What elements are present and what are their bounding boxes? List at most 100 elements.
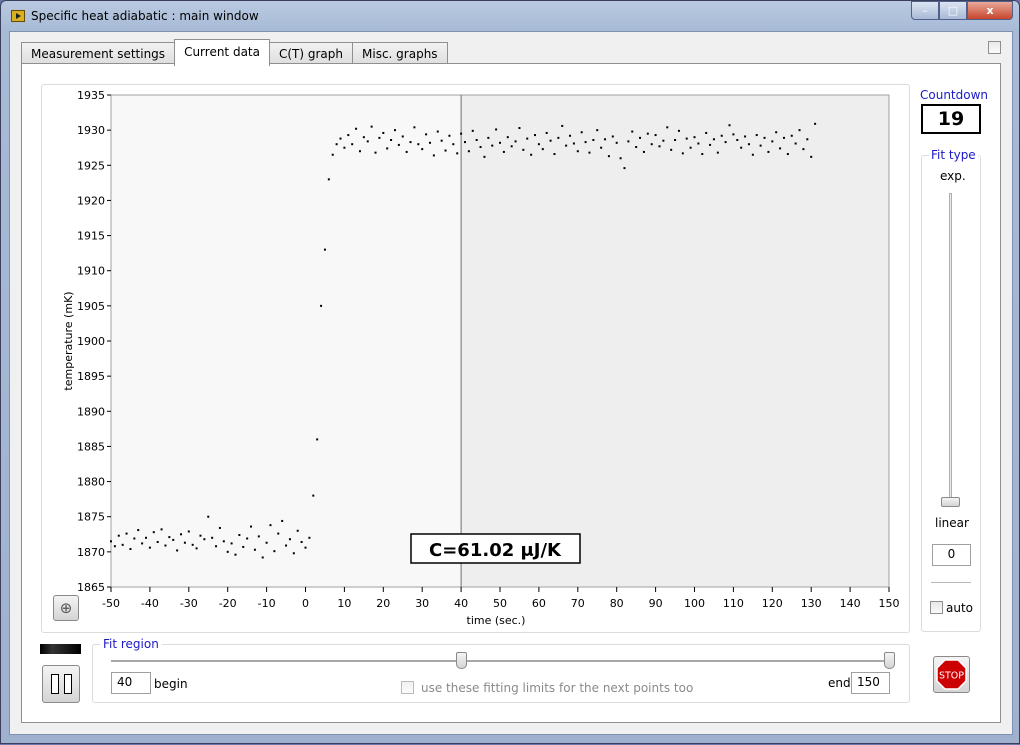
data-point [141, 542, 144, 545]
data-point [164, 544, 167, 547]
data-point [592, 138, 595, 141]
x-tick-label: 90 [649, 597, 663, 610]
y-tick-label: 1890 [77, 405, 105, 418]
data-point [207, 515, 210, 518]
x-tick-label: 50 [493, 597, 507, 610]
data-point [771, 140, 774, 143]
fit-type-value[interactable]: 0 [932, 544, 971, 566]
data-point [623, 167, 626, 170]
data-point [300, 541, 303, 544]
data-point [747, 143, 750, 146]
data-point [510, 145, 513, 148]
data-point [113, 545, 116, 548]
data-point [386, 147, 389, 150]
data-point [537, 143, 540, 146]
x-tick-label: 10 [337, 597, 351, 610]
data-point [751, 153, 754, 156]
data-point [242, 545, 245, 548]
data-point [323, 248, 326, 251]
data-point [483, 155, 486, 158]
data-point [646, 132, 649, 135]
data-point [670, 148, 673, 151]
end-input[interactable]: 150 [851, 672, 890, 694]
data-point [654, 134, 657, 137]
data-point [545, 131, 548, 134]
countdown-label: Countdown [920, 88, 989, 102]
y-tick-label: 1920 [77, 194, 105, 207]
x-tick-label: 110 [723, 597, 744, 610]
data-point [732, 133, 735, 136]
x-tick-label: -40 [141, 597, 159, 610]
data-point [693, 136, 696, 139]
x-axis-label: time (sec.) [467, 614, 526, 627]
data-point [191, 543, 194, 546]
use-limits-checkbox[interactable] [401, 681, 414, 694]
main-window: Specific heat adiabatic : main window – … [0, 0, 1020, 744]
data-point [172, 538, 175, 541]
data-point [607, 155, 610, 158]
fit-type-slider-thumb[interactable] [941, 497, 960, 507]
temperature-chart[interactable]: 1865187018751880188518901895190019051910… [1, 1, 1020, 745]
pause-button[interactable] [42, 665, 80, 703]
y-tick-label: 1935 [77, 89, 105, 102]
y-tick-label: 1915 [77, 230, 105, 243]
fit-region-begin-thumb[interactable] [456, 652, 468, 669]
status-led [40, 644, 81, 654]
data-point [390, 138, 393, 141]
fit-type-slider-track[interactable] [949, 193, 952, 506]
x-tick-label: 30 [415, 597, 429, 610]
y-tick-label: 1870 [77, 546, 105, 559]
data-point [308, 536, 311, 539]
data-point [786, 153, 789, 156]
data-point [226, 550, 229, 553]
tab-current-data[interactable]: Current data [174, 39, 270, 66]
data-point [604, 138, 607, 141]
x-tick-label: 120 [762, 597, 783, 610]
y-tick-label: 1925 [77, 159, 105, 172]
data-point [195, 547, 198, 550]
data-point [662, 139, 665, 142]
data-point [285, 544, 288, 547]
data-point [234, 553, 237, 556]
data-point [129, 548, 132, 551]
data-point [709, 143, 712, 146]
data-point [522, 148, 525, 151]
data-point [530, 153, 533, 156]
data-point [541, 148, 544, 151]
data-point [125, 532, 128, 535]
data-point [417, 143, 420, 146]
y-tick-label: 1865 [77, 581, 105, 594]
data-point [635, 146, 638, 149]
svg-text:STOP: STOP [939, 671, 964, 682]
data-point [650, 143, 653, 146]
data-point [257, 535, 260, 538]
pause-icon [51, 674, 59, 694]
auto-label: auto [946, 601, 974, 615]
stop-button[interactable]: STOP [933, 656, 970, 693]
use-limits-label: use these fitting limits for the next po… [421, 681, 694, 695]
data-point [728, 124, 731, 127]
x-tick-label: -20 [219, 597, 237, 610]
zoom-tool-button[interactable]: ⊕ [53, 595, 79, 621]
fit-region-end-thumb[interactable] [884, 652, 895, 669]
stop-sign-icon: STOP [936, 659, 967, 690]
data-point [246, 537, 249, 540]
data-point [580, 131, 583, 134]
data-point [222, 540, 225, 543]
data-point [110, 540, 112, 543]
data-point [362, 136, 365, 139]
data-point [600, 146, 603, 149]
data-point [502, 150, 505, 153]
data-point [203, 538, 206, 541]
y-tick-label: 1900 [77, 335, 105, 348]
fit-region-slider-track[interactable] [111, 660, 889, 662]
auto-checkbox[interactable] [930, 601, 943, 614]
x-tick-label: 140 [840, 597, 861, 610]
begin-input[interactable]: 40 [111, 672, 151, 694]
data-point [320, 304, 323, 307]
heat-capacity-annotation: C=61.02 μJ/K [429, 540, 562, 561]
data-point [779, 147, 782, 150]
data-point [304, 546, 307, 549]
data-point [215, 545, 218, 548]
y-tick-label: 1880 [77, 476, 105, 489]
